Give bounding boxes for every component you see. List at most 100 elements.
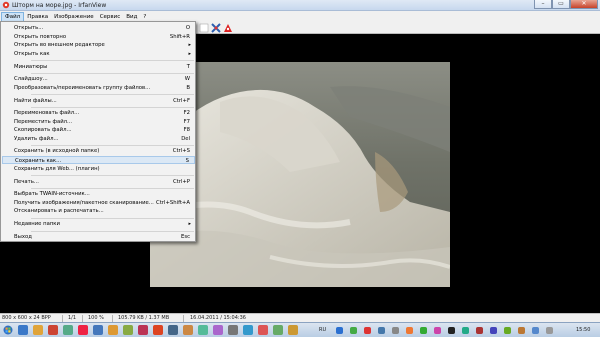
tray-icon[interactable] bbox=[448, 327, 455, 334]
submenu-arrow-icon: ▸ bbox=[188, 221, 191, 227]
menu-item-recent-folders[interactable]: Недавние папки ▸ bbox=[2, 220, 195, 229]
app-taskbar-icon[interactable] bbox=[288, 325, 298, 335]
title-bar: Шторм на море.jpg - IrfanView – ▭ ✕ bbox=[0, 0, 600, 11]
system-clock[interactable]: 15:50 bbox=[576, 327, 590, 333]
menu-item-label: Открыть... bbox=[14, 25, 44, 31]
bluetooth-icon[interactable] bbox=[336, 327, 343, 334]
menu-item-batch-convert[interactable]: Преобразовать/переименовать группу файло… bbox=[2, 84, 195, 93]
app-taskbar-icon[interactable] bbox=[93, 325, 103, 335]
app-taskbar-icon[interactable] bbox=[273, 325, 283, 335]
network-icon[interactable] bbox=[532, 327, 539, 334]
file-size: 105.79 KB / 1.37 MB bbox=[118, 315, 170, 321]
window-controls: – ▭ ✕ bbox=[534, 0, 598, 10]
menu-item-select-twain[interactable]: Выбрать TWAIN-источник... bbox=[2, 190, 195, 199]
menu-item-search-files[interactable]: Найти файлы... Ctrl+F bbox=[2, 97, 195, 106]
tray-icon[interactable] bbox=[434, 327, 441, 334]
menu-item-open-external[interactable]: Открыть во внешнем редакторе ▸ bbox=[2, 41, 195, 50]
submenu-arrow-icon: ▸ bbox=[188, 42, 191, 48]
tray-icon[interactable] bbox=[518, 327, 525, 334]
tray-icon[interactable] bbox=[364, 327, 371, 334]
language-indicator[interactable]: RU bbox=[319, 327, 326, 333]
status-bar: 800 x 600 x 24 BPP 1/1 100 % 105.79 KB /… bbox=[0, 313, 600, 322]
menu-item-acquire-batch-scan[interactable]: Получить изображения/пакетное сканирован… bbox=[2, 199, 195, 208]
toolbar-blank-icon[interactable] bbox=[199, 23, 209, 33]
app-taskbar-icon[interactable] bbox=[243, 325, 253, 335]
menu-item-save[interactable]: Сохранить (в исходной папке) Ctrl+S bbox=[2, 147, 195, 156]
page-indicator: 1/1 bbox=[68, 315, 77, 321]
tray-icon[interactable] bbox=[392, 327, 399, 334]
toolbar-settings-icon[interactable] bbox=[211, 23, 221, 33]
menu-file[interactable]: Файл bbox=[1, 11, 25, 22]
ie-taskbar-icon[interactable] bbox=[18, 325, 28, 335]
menu-item-slideshow[interactable]: Слайдшоу... W bbox=[2, 75, 195, 84]
opera-taskbar-icon[interactable] bbox=[48, 325, 58, 335]
menu-item-save-for-web[interactable]: Сохранить для Web... (плагин) bbox=[2, 165, 195, 174]
start-icon[interactable] bbox=[3, 325, 13, 335]
menu-item-label: Сохранить (в исходной папке) bbox=[14, 148, 100, 154]
menu-separator bbox=[31, 188, 194, 189]
menu-item-label: Открыть повторно bbox=[14, 33, 67, 40]
tray-icon[interactable] bbox=[476, 327, 483, 334]
app-taskbar-icon[interactable] bbox=[108, 325, 118, 335]
menu-item-open[interactable]: Открыть... O bbox=[2, 24, 195, 33]
explorer-taskbar-icon[interactable] bbox=[33, 325, 43, 335]
tray-icon[interactable] bbox=[462, 327, 469, 334]
menu-item-shortcut: Ctrl+Shift+A bbox=[156, 199, 190, 206]
app-taskbar-icon[interactable] bbox=[213, 325, 223, 335]
tray-icon[interactable] bbox=[490, 327, 497, 334]
menu-item-reopen[interactable]: Открыть повторно Shift+R bbox=[2, 33, 195, 42]
menu-item-open-as[interactable]: Открыть как ▸ bbox=[2, 50, 195, 59]
menu-item-shortcut: W bbox=[184, 76, 190, 82]
menu-item-shortcut: O bbox=[185, 25, 190, 31]
menu-separator bbox=[31, 73, 194, 74]
menu-item-shortcut: Ctrl+P bbox=[172, 178, 190, 185]
tray-icon[interactable] bbox=[378, 327, 385, 334]
irfanview-app-icon[interactable] bbox=[2, 1, 10, 9]
menu-image[interactable]: Изображение bbox=[51, 12, 97, 22]
app-taskbar-icon[interactable] bbox=[138, 325, 148, 335]
menu-view[interactable]: Вид bbox=[123, 12, 140, 22]
menu-item-delete-file[interactable]: Удалить файл... Del bbox=[2, 135, 195, 144]
menu-item-shortcut: Esc bbox=[180, 233, 190, 240]
menu-options[interactable]: Сервис bbox=[97, 12, 124, 22]
tray-icon[interactable] bbox=[350, 327, 357, 334]
status-divider bbox=[183, 315, 184, 322]
menu-item-label: Открыть как bbox=[14, 50, 50, 57]
app-taskbar-icon[interactable] bbox=[198, 325, 208, 335]
menu-item-shortcut: F2 bbox=[183, 110, 190, 116]
app-taskbar-icon[interactable] bbox=[63, 325, 73, 335]
app-taskbar-icon[interactable] bbox=[168, 325, 178, 335]
menu-item-print[interactable]: Печать... Ctrl+P bbox=[2, 178, 195, 187]
menu-item-exit[interactable]: Выход Esc bbox=[2, 233, 195, 242]
menu-item-shortcut: Del bbox=[181, 135, 190, 142]
app-taskbar-icon[interactable] bbox=[78, 325, 88, 335]
menu-item-label: Недавние папки bbox=[14, 221, 60, 227]
app-taskbar-icon[interactable] bbox=[123, 325, 133, 335]
menu-separator bbox=[31, 60, 194, 61]
menu-item-label: Получить изображения/пакетное сканирован… bbox=[14, 199, 154, 206]
menu-item-shortcut: F7 bbox=[183, 118, 190, 125]
tray-icon[interactable] bbox=[504, 327, 511, 334]
menu-edit[interactable]: Правка bbox=[24, 12, 51, 22]
close-button[interactable]: ✕ bbox=[570, 0, 598, 9]
menu-separator bbox=[31, 217, 194, 219]
menu-item-rename-file[interactable]: Переименовать файл... F2 bbox=[2, 109, 195, 118]
app-taskbar-icon[interactable] bbox=[258, 325, 268, 335]
menu-item-move-file[interactable]: Переместить файл... F7 bbox=[2, 118, 195, 127]
menu-item-copy-file[interactable]: Скопировать файл... F8 bbox=[2, 126, 195, 135]
app-taskbar-icon[interactable] bbox=[228, 325, 238, 335]
menu-help[interactable]: ? bbox=[140, 12, 149, 22]
menu-item-save-as[interactable]: Сохранить как... S bbox=[2, 155, 195, 164]
menu-item-thumbnails[interactable]: Миниатюры T bbox=[2, 63, 195, 72]
tray-icon[interactable] bbox=[420, 327, 427, 334]
maximize-button[interactable]: ▭ bbox=[552, 0, 570, 9]
irfanview-taskbar-icon[interactable] bbox=[153, 325, 163, 335]
minimize-button[interactable]: – bbox=[534, 0, 552, 9]
toolbar-irfanview-icon[interactable] bbox=[223, 23, 233, 33]
volume-icon[interactable] bbox=[546, 327, 553, 334]
menu-item-scan-and-print[interactable]: Отсканировать и распечатать... bbox=[2, 207, 195, 216]
menu-item-label: Скопировать файл... bbox=[14, 127, 72, 133]
menu-separator bbox=[31, 94, 194, 95]
tray-icon[interactable] bbox=[406, 327, 413, 334]
app-taskbar-icon[interactable] bbox=[183, 325, 193, 335]
